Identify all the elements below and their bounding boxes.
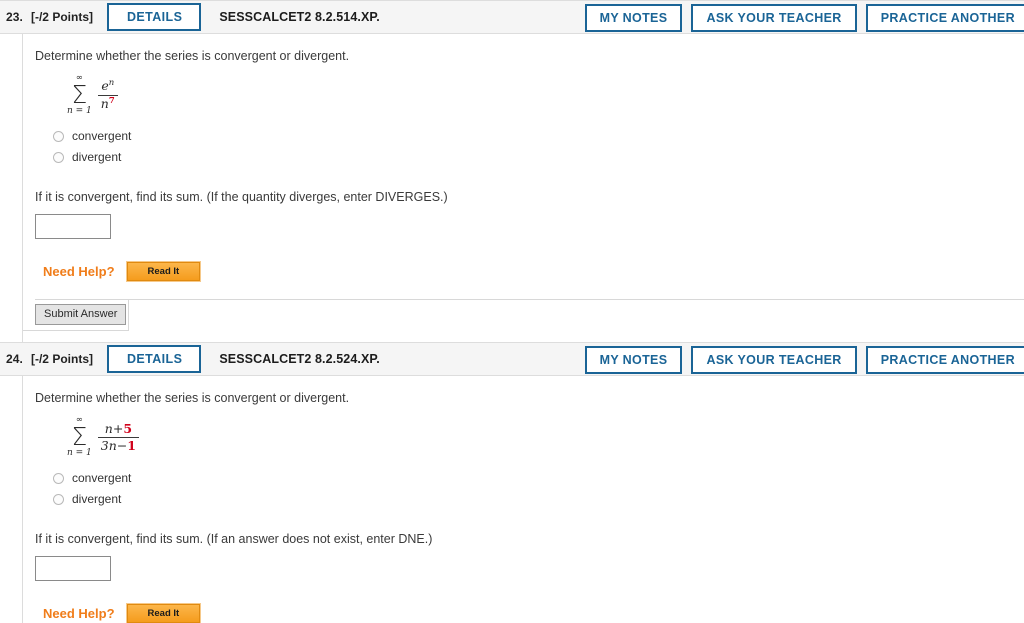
- question-number: 24.: [6, 352, 23, 367]
- question-body-23: Determine whether the series is converge…: [22, 34, 1024, 343]
- question-prompt: Determine whether the series is converge…: [35, 391, 350, 406]
- denominator-constant: 1: [127, 437, 136, 453]
- practice-another-button[interactable]: PRACTICE ANOTHER: [865, 3, 1024, 33]
- sum-subprompt: If it is convergent, find its sum. (If t…: [35, 189, 448, 204]
- submit-row-23: Submit Answer: [23, 299, 1024, 331]
- question-header-24: 24. [-/2 Points] DETAILS SESSCALCET2 8.2…: [0, 342, 1024, 377]
- series-expression-24: ∞ Σ n = 1 n+5 3n−1: [35, 406, 1024, 462]
- assignment-page: 23. [-/2 Points] DETAILS SESSCALCET2 8.2…: [0, 0, 1024, 623]
- need-help-label: Need Help?: [43, 606, 115, 622]
- answer-choices-24: convergent divergent: [35, 462, 1024, 510]
- need-help-row-23: Need Help? Read It: [35, 239, 1024, 283]
- denominator-exponent: 7: [108, 95, 115, 106]
- numerator-variable: n: [104, 420, 113, 436]
- question-code: SESSCALCET2 8.2.514.XP.: [219, 10, 380, 24]
- read-it-button[interactable]: Read It: [125, 602, 202, 623]
- sigma-icon: Σ: [71, 79, 88, 109]
- numerator-constant: 5: [123, 420, 133, 436]
- denominator-term: 3n: [100, 437, 117, 453]
- choice-label: convergent: [72, 471, 132, 486]
- question-points: [-/2 Points]: [30, 352, 93, 367]
- sum-lower-limit: n = 1: [67, 447, 92, 458]
- radio-button-icon[interactable]: [53, 472, 64, 484]
- question-block-24: 24. [-/2 Points] DETAILS SESSCALCET2 8.2…: [0, 342, 1024, 623]
- header-actions: MY NOTES ASK YOUR TEACHER PRACTICE ANOTH…: [584, 343, 1024, 377]
- sum-answer-input[interactable]: [35, 213, 111, 239]
- choice-label: divergent: [72, 150, 122, 165]
- submit-answer-button[interactable]: Submit Answer: [35, 304, 127, 326]
- radio-button-icon[interactable]: [53, 151, 64, 163]
- radio-button-icon[interactable]: [53, 130, 64, 142]
- header-actions: MY NOTES ASK YOUR TEACHER PRACTICE ANOTH…: [584, 1, 1024, 35]
- choice-label: divergent: [72, 492, 122, 507]
- denominator-operator: −: [116, 437, 128, 453]
- question-code: SESSCALCET2 8.2.524.XP.: [219, 352, 380, 367]
- choice-label: convergent: [72, 129, 132, 144]
- question-number: 23.: [6, 10, 23, 24]
- summation-symbol: ∞ Σ n = 1: [67, 416, 92, 458]
- numerator-operator: +: [112, 420, 124, 436]
- sum-lower-limit: n = 1: [67, 105, 92, 116]
- read-it-button[interactable]: Read It: [125, 260, 202, 283]
- series-expression-23: ∞ Σ n = 1 en n7: [35, 64, 1024, 120]
- sum-subprompt: If it is convergent, find its sum. (If a…: [35, 531, 433, 546]
- fraction-denominator: n7: [97, 94, 118, 111]
- my-notes-button[interactable]: MY NOTES: [584, 345, 683, 375]
- fraction-numerator: en: [98, 79, 117, 94]
- fraction-numerator: n+5: [102, 420, 135, 437]
- details-button[interactable]: DETAILS: [106, 344, 202, 374]
- numerator-exponent: n: [108, 78, 115, 89]
- details-button[interactable]: DETAILS: [106, 2, 202, 32]
- sigma-icon: Σ: [71, 421, 88, 451]
- ask-your-teacher-button[interactable]: ASK YOUR TEACHER: [691, 3, 857, 33]
- choice-convergent[interactable]: convergent: [53, 126, 1024, 147]
- fraction-denominator: 3n−1: [97, 436, 139, 453]
- need-help-row-24: Need Help? Read It: [35, 581, 1024, 623]
- summation-symbol: ∞ Σ n = 1: [67, 74, 92, 116]
- radio-button-icon[interactable]: [53, 493, 64, 505]
- question-body-24: Determine whether the series is converge…: [22, 376, 1024, 623]
- choice-convergent[interactable]: convergent: [53, 468, 1024, 489]
- answer-choices-23: convergent divergent: [35, 120, 1024, 168]
- submit-cell: Submit Answer: [23, 299, 129, 331]
- question-prompt: Determine whether the series is converge…: [35, 49, 350, 63]
- fraction: n+5 3n−1: [97, 420, 139, 453]
- practice-another-button[interactable]: PRACTICE ANOTHER: [865, 345, 1024, 375]
- question-header-23: 23. [-/2 Points] DETAILS SESSCALCET2 8.2…: [0, 0, 1024, 34]
- my-notes-button[interactable]: MY NOTES: [584, 3, 683, 33]
- choice-divergent[interactable]: divergent: [53, 489, 1024, 510]
- numerator-base: e: [101, 78, 109, 94]
- sum-answer-input[interactable]: [35, 555, 111, 581]
- need-help-label: Need Help?: [43, 263, 115, 279]
- question-points: [-/2 Points]: [30, 10, 93, 24]
- choice-divergent[interactable]: divergent: [53, 147, 1024, 168]
- question-block-23: 23. [-/2 Points] DETAILS SESSCALCET2 8.2…: [0, 0, 1024, 343]
- denominator-base: n: [100, 95, 109, 111]
- fraction: en n7: [97, 79, 118, 111]
- ask-your-teacher-button[interactable]: ASK YOUR TEACHER: [691, 345, 857, 375]
